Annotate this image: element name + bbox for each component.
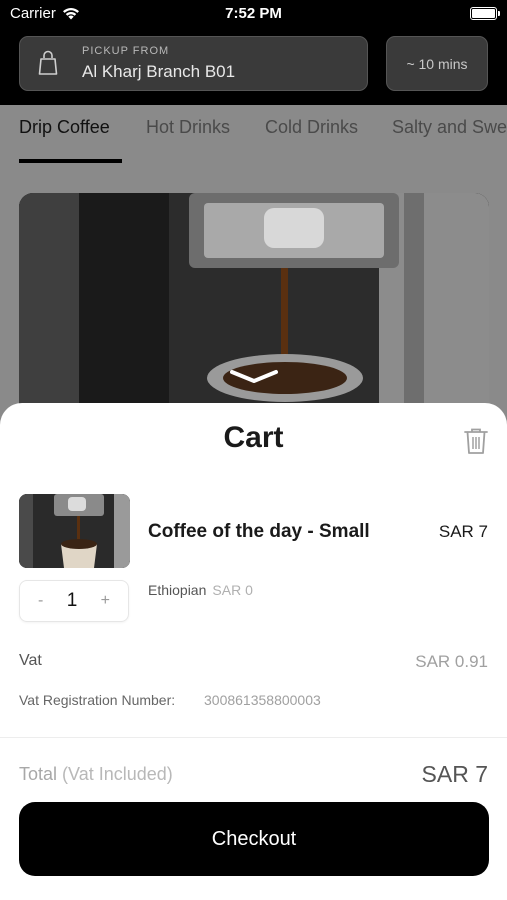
quantity-stepper: - 1 + bbox=[19, 580, 129, 622]
item-thumbnail bbox=[19, 494, 130, 568]
option-price: SAR 0 bbox=[212, 582, 253, 598]
eta-badge[interactable]: ~ 10 mins bbox=[386, 36, 488, 91]
bag-icon bbox=[38, 50, 58, 75]
decrease-button[interactable]: - bbox=[38, 592, 43, 610]
cart-sheet: Cart Coffee of the day - Small SAR 7 - 1… bbox=[0, 403, 507, 900]
total-label: Total (Vat Included) bbox=[19, 764, 173, 785]
total-vat-note: (Vat Included) bbox=[62, 764, 173, 784]
checkout-button[interactable]: Checkout bbox=[19, 802, 489, 876]
total-label-text: Total bbox=[19, 764, 58, 784]
header: PICKUP FROM Al Kharj Branch B01 ~ 10 min… bbox=[0, 30, 507, 105]
status-bar: Carrier 7:52 PM bbox=[0, 0, 507, 30]
category-tabs: Drip Coffee Hot Drinks Cold Drinks Salty… bbox=[0, 105, 507, 165]
chevron-down-icon[interactable] bbox=[228, 368, 280, 386]
tab-hot-drinks[interactable]: Hot Drinks bbox=[146, 117, 230, 138]
tab-salty-and-sweets[interactable]: Salty and Sweets bbox=[392, 117, 507, 138]
trash-icon[interactable] bbox=[463, 427, 489, 455]
quantity-value: 1 bbox=[66, 590, 78, 611]
pickup-label: PICKUP FROM bbox=[82, 45, 170, 57]
item-name: Coffee of the day - Small bbox=[148, 521, 370, 542]
vat-registration-label: Vat Registration Number: bbox=[19, 692, 176, 708]
increase-button[interactable]: + bbox=[101, 592, 110, 610]
pickup-location-selector[interactable]: PICKUP FROM Al Kharj Branch B01 bbox=[19, 36, 368, 91]
cart-title: Cart bbox=[223, 421, 284, 454]
active-tab-indicator bbox=[19, 159, 122, 163]
item-price: SAR 7 bbox=[438, 522, 488, 541]
tab-drip-coffee[interactable]: Drip Coffee bbox=[19, 117, 110, 138]
product-hero-image bbox=[19, 193, 489, 433]
vat-registration-number: 300861358800003 bbox=[204, 692, 321, 708]
item-option: Ethiopian SAR 0 bbox=[148, 582, 253, 598]
vat-value: SAR 0.91 bbox=[415, 652, 488, 671]
clock: 7:52 PM bbox=[225, 5, 282, 22]
vat-label: Vat bbox=[19, 652, 42, 669]
branch-name: Al Kharj Branch B01 bbox=[82, 62, 236, 81]
option-name: Ethiopian bbox=[148, 582, 207, 598]
total-value: SAR 7 bbox=[421, 761, 488, 787]
battery-icon bbox=[470, 7, 500, 20]
divider bbox=[0, 737, 507, 738]
tab-cold-drinks[interactable]: Cold Drinks bbox=[265, 117, 358, 138]
